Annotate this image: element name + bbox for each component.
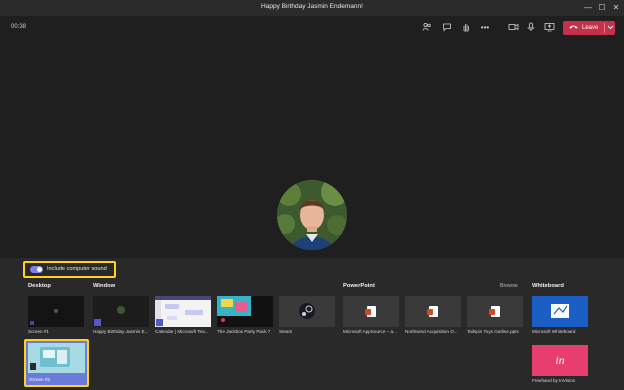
window-tile-teams-meeting[interactable]: Happy Birthday Jasmin E... [93,296,151,338]
screen-2-tile[interactable]: Screen #2 [24,339,89,387]
whiteboard-caption: Freehand by InVision [532,378,576,383]
ppt-tile-tailspin[interactable]: Tailspin Toys Outline.pptx [467,296,525,338]
more-icon[interactable]: ••• [479,22,491,34]
ppt-thumbnail [467,296,523,327]
share-icon[interactable] [543,22,555,34]
ppt-caption: Tailspin Toys Outline.pptx [467,329,519,334]
chat-icon[interactable] [441,22,453,34]
whiteboard-tile-invision[interactable]: in Freehand by InVision [532,345,590,387]
minimize-button[interactable]: — [582,2,594,14]
ppt-tile-appsource[interactable]: Microsoft AppSource – a... [343,296,401,338]
section-desktop: Desktop [28,283,51,289]
window-caption: The Jackbox Party Pack 7 [217,329,271,334]
window-thumbnail [155,296,211,327]
raise-hand-icon[interactable] [460,22,472,34]
camera-icon[interactable] [507,22,519,34]
hang-up-icon [569,23,578,33]
leave-label: Leave [582,25,599,31]
window-thumbnail [93,296,149,327]
window-caption: Happy Birthday Jasmin E... [93,329,149,334]
screen-2-thumbnail [28,343,85,373]
mic-icon[interactable] [525,22,537,34]
ppt-caption: Northwind Acquisition O... [405,329,458,334]
whiteboard-thumbnail [532,296,588,327]
window-tile-calendar[interactable]: Calendar | Microsoft Tea... [155,296,213,338]
screen-1-thumbnail [28,296,84,327]
window-tile-steam[interactable]: Steam [279,296,337,338]
close-button[interactable]: ✕ [610,2,622,14]
ppt-thumbnail [343,296,399,327]
browse-link[interactable]: Browse [500,283,518,289]
whiteboard-caption: Microsoft Whiteboard [532,329,576,334]
invision-thumbnail: in [532,345,588,376]
ppt-thumbnail [405,296,461,327]
section-powerpoint: PowerPoint [343,283,375,289]
window-title: Happy Birthday Jasmin Endemann! [261,3,363,10]
toggle-switch[interactable] [30,266,43,273]
powerpoint-file-icon [427,306,438,317]
window-caption: Steam [279,329,293,334]
window-thumbnail [217,296,273,327]
powerpoint-file-icon [489,306,500,317]
ppt-tile-northwind[interactable]: Northwind Acquisition O... [405,296,463,338]
screen-2-caption: Screen #2 [29,377,50,382]
screen-1-caption: Screen #1 [28,329,49,334]
leave-divider [604,23,605,33]
include-computer-sound-toggle[interactable]: Include computer sound [23,261,116,278]
meeting-toolbar: 00:38 ••• [0,16,624,40]
ppt-caption: Microsoft AppSource – a... [343,329,397,334]
powerpoint-file-icon [365,306,376,317]
people-icon[interactable] [421,22,433,34]
window-caption: Calendar | Microsoft Tea... [155,329,209,334]
maximize-button[interactable]: ☐ [596,2,608,14]
screen-1-tile[interactable]: Screen #1 [28,296,84,338]
window-thumbnail [279,296,335,327]
participant-avatar [277,180,347,250]
chevron-down-icon[interactable] [607,23,614,34]
title-bar: Happy Birthday Jasmin Endemann! — ☐ ✕ [0,0,624,16]
whiteboard-tile-microsoft[interactable]: Microsoft Whiteboard [532,296,590,338]
section-whiteboard: Whiteboard [532,283,564,289]
include-sound-label: Include computer sound [47,266,107,272]
meeting-timer: 00:38 [11,24,27,30]
window-tile-jackbox[interactable]: The Jackbox Party Pack 7 [217,296,275,338]
section-window: Window [93,283,116,289]
invision-logo: in [555,353,565,367]
leave-button[interactable]: Leave [563,21,615,35]
